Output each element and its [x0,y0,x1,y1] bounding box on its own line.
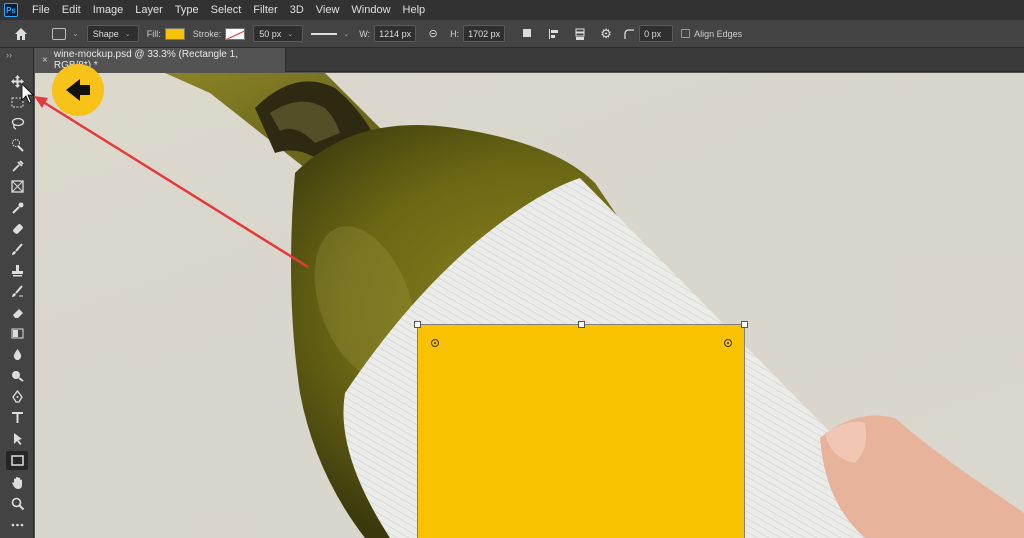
move-tool-icon[interactable] [6,72,28,91]
quick-selection-tool-icon[interactable] [6,135,28,154]
spot-healing-tool-icon[interactable] [6,219,28,238]
more-tools-tool-icon[interactable] [6,515,28,534]
stroke-swatch[interactable] [225,27,246,40]
width-field[interactable]: 1214 px [374,25,417,42]
options-bar: ⌄ Shape ⌄ Fill: Stroke: 50 px ⌄ ⌄ W: 1214 … [0,20,1024,48]
brush-tool-icon[interactable] [6,240,28,259]
link-icon[interactable]: ⊝ [424,25,442,43]
lasso-tool-icon[interactable] [6,114,28,133]
frame-tool-icon[interactable] [6,177,28,196]
height-field[interactable]: 1702 px [463,25,506,42]
stroke-type-select[interactable]: ⌄ [311,30,351,38]
marquee-tool-icon[interactable] [6,93,28,112]
stroke-line-icon [311,32,338,35]
menu-help[interactable]: Help [397,0,432,20]
menu-file[interactable]: File [26,0,56,20]
chevron-down-icon: ⌄ [343,30,350,38]
dodge-tool-icon[interactable] [6,366,28,385]
back-arrow-badge [52,64,104,116]
menu-filter[interactable]: Filter [247,0,283,20]
menu-image[interactable]: Image [87,0,130,20]
gradient-tool-icon[interactable] [6,324,28,343]
yellow-rectangle-shape[interactable] [417,324,745,538]
align-edges-label: Align Edges [694,28,743,39]
height-control: H: 1702 px [450,25,506,42]
corner-radius-field[interactable]: 0 px [639,25,674,42]
path-alignment-icon[interactable] [545,25,563,43]
tools-panel: ›› [0,48,34,538]
collapse-icon[interactable]: ›› [6,50,12,60]
stroke-width-value: 50 px [259,28,282,39]
hand-tool-icon[interactable] [6,473,28,492]
corner-radius-handle-right[interactable] [724,339,732,347]
history-brush-tool-icon[interactable] [6,282,28,301]
chevron-down-icon: ⌄ [72,29,79,38]
home-icon[interactable] [12,25,30,43]
stroke-label: Stroke: [192,28,222,39]
gear-icon[interactable]: ⚙ [597,25,615,43]
menu-3d[interactable]: 3D [284,0,310,20]
type-tool-icon[interactable] [6,408,28,427]
rectangle-tool-icon[interactable] [6,451,28,470]
align-edges-checkbox[interactable]: Align Edges [681,29,742,39]
menu-type[interactable]: Type [169,0,205,20]
width-control: W: 1214 px [359,25,417,42]
fill-label: Fill: [146,28,161,39]
arrow-left-icon [66,79,90,101]
corner-radius-icon [624,28,635,39]
shape-mode-select[interactable]: Shape ⌄ [86,25,139,42]
path-arrangement-icon[interactable] [571,25,589,43]
stroke-control[interactable]: Stroke: [192,27,246,40]
fill-control[interactable]: Fill: [146,27,185,40]
document-tab-strip: × wine-mockup.psd @ 33.3% (Rectangle 1, … [34,48,1024,72]
fill-swatch[interactable] [164,27,185,40]
menu-select[interactable]: Select [205,0,248,20]
eraser-tool-icon[interactable] [6,303,28,322]
photoshop-logo[interactable]: Ps [4,3,18,17]
transform-handle-top-left[interactable] [414,321,421,328]
document-canvas[interactable] [35,73,1024,538]
corner-radius-handle-left[interactable] [431,339,439,347]
pen-tool-icon[interactable] [6,387,28,406]
path-selection-tool-icon[interactable] [6,429,28,448]
patch-eyedropper-tool-icon[interactable] [6,198,28,217]
align-edges-box[interactable] [681,29,691,38]
stroke-width-field[interactable]: 50 px ⌄ [253,25,304,42]
eyedropper-tool-icon[interactable] [6,156,28,175]
width-label: W: [359,28,371,39]
tool-preset-picker[interactable]: ⌄ [52,27,79,40]
close-icon[interactable]: × [42,55,48,66]
clone-stamp-tool-icon[interactable] [6,261,28,280]
menu-edit[interactable]: Edit [56,0,87,20]
transform-handle-top-right[interactable] [741,321,748,328]
chevron-down-icon: ⌄ [287,30,294,38]
height-label: H: [450,28,460,39]
chevron-down-icon: ⌄ [124,30,131,38]
path-operations-icon[interactable] [519,25,537,43]
transform-handle-top-middle[interactable] [578,321,585,328]
menu-window[interactable]: Window [345,0,396,20]
zoom-tool-icon[interactable] [6,494,28,513]
menu-view[interactable]: View [310,0,346,20]
corner-radius-control: 0 px [623,25,674,42]
rectangle-preset-icon [52,27,66,40]
menu-bar: Ps File Edit Image Layer Type Select Fil… [0,0,1024,20]
shape-mode-value: Shape [92,28,119,39]
blur-tool-icon[interactable] [6,345,28,364]
menu-layer[interactable]: Layer [129,0,169,20]
